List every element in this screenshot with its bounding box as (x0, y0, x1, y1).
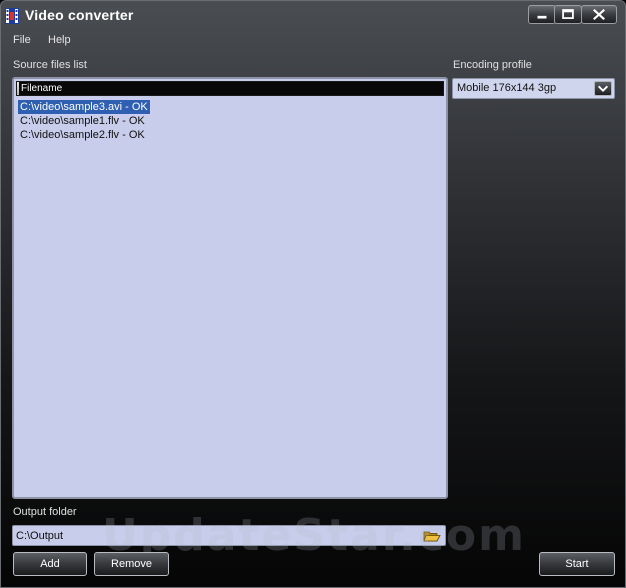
start-button[interactable]: Start (539, 552, 615, 576)
source-files-list[interactable]: Filename C:\video\sample3.avi - OK C:\vi… (12, 77, 448, 499)
output-folder-field[interactable]: C:\Output (12, 525, 446, 546)
source-files-label: Source files list (13, 59, 87, 71)
minimize-button[interactable] (528, 5, 556, 24)
list-item[interactable]: C:\video\sample2.flv - OK (18, 128, 150, 142)
column-header-filename[interactable]: Filename (19, 82, 443, 95)
chevron-down-icon (597, 85, 609, 93)
video-converter-window: Video converter File Help Source files l… (0, 0, 626, 588)
list-item[interactable]: C:\video\sample1.flv - OK (18, 114, 150, 128)
maximize-button[interactable] (554, 5, 582, 24)
window-title: Video converter (25, 7, 134, 23)
remove-button[interactable]: Remove (94, 552, 169, 576)
close-icon (593, 8, 605, 21)
maximize-icon (562, 9, 574, 19)
list-rows: C:\video\sample3.avi - OK C:\video\sampl… (17, 99, 151, 142)
encoding-profile-select[interactable]: Mobile 176x144 3gp (452, 78, 615, 99)
close-button[interactable] (581, 5, 617, 24)
encoding-profile-label: Encoding profile (453, 59, 532, 71)
folder-open-icon[interactable] (423, 529, 441, 543)
title-bar[interactable]: Video converter (1, 1, 625, 31)
encoding-profile-value: Mobile 176x144 3gp (457, 82, 557, 94)
minimize-icon (537, 15, 547, 19)
output-folder-value: C:\Output (16, 530, 64, 542)
menu-file[interactable]: File (13, 34, 31, 46)
list-header: Filename (16, 81, 444, 96)
menu-help[interactable]: Help (48, 34, 71, 46)
output-folder-label: Output folder (13, 506, 77, 518)
list-item[interactable]: C:\video\sample3.avi - OK (17, 99, 151, 115)
film-strip-icon (5, 8, 19, 24)
add-button[interactable]: Add (13, 552, 87, 576)
dropdown-button[interactable] (594, 81, 612, 96)
